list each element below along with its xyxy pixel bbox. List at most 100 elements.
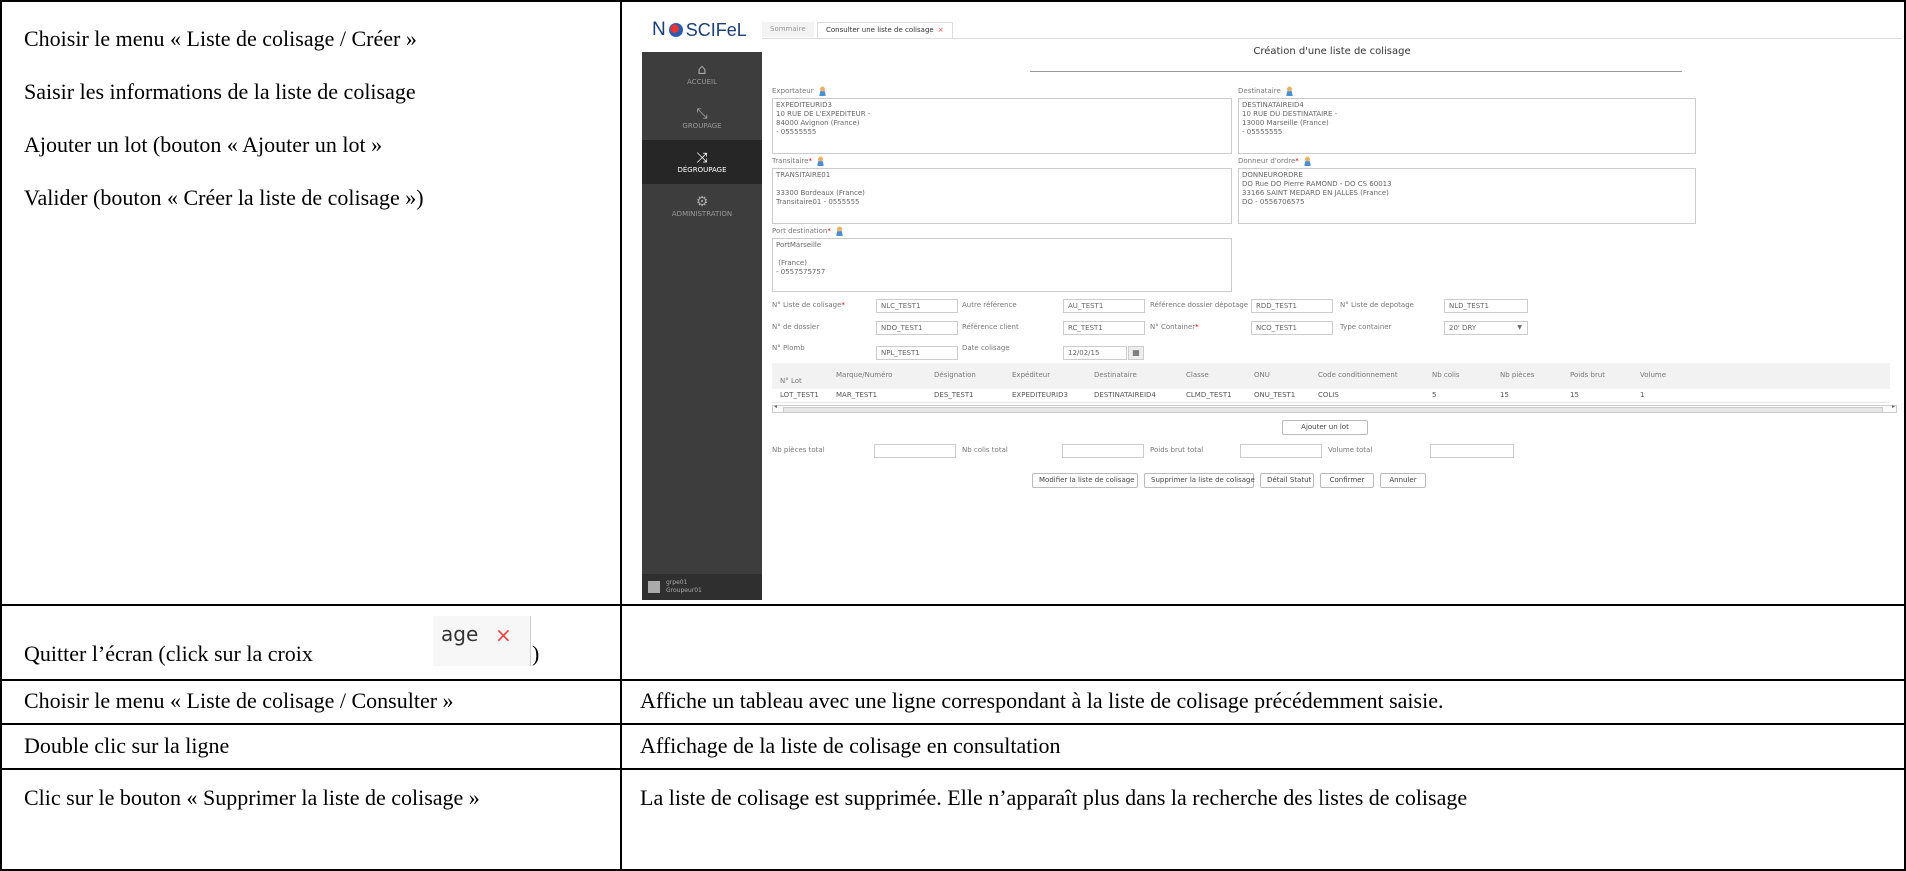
- pieces-total-input[interactable]: [874, 444, 956, 458]
- app-screenshot: N SCIFeL ⌂ ACCUEIL ⤡ GROUPAGE ⤨ DÉGROUPA…: [642, 8, 1902, 600]
- donneur-label: Donneur d'ordre*: [1238, 156, 1312, 166]
- column-header: Volume: [1640, 371, 1667, 379]
- table-cell: DES_TEST1: [934, 391, 974, 399]
- ndo-input[interactable]: NDO_TEST1: [876, 321, 958, 335]
- chevron-down-icon: ▼: [1517, 324, 1522, 331]
- cancel-button[interactable]: Annuler: [1380, 473, 1426, 488]
- table-cell: 1: [1640, 391, 1645, 399]
- select-value: 20' DRY: [1449, 324, 1477, 332]
- table-cell: 15: [1570, 391, 1579, 399]
- column-header: Nb colis: [1432, 371, 1460, 379]
- quit-step-text: Quitter l’écran (click sur la croix: [24, 640, 313, 668]
- column-header: Expéditeur: [1012, 371, 1051, 379]
- delete-list-button[interactable]: Supprimer la liste de colisage: [1144, 473, 1255, 488]
- modify-list-button[interactable]: Modifier la liste de colisage: [1032, 473, 1138, 488]
- label-text: Exportateur: [772, 87, 814, 95]
- status-detail-button[interactable]: Détail Statut: [1260, 473, 1314, 488]
- add-lot-button[interactable]: Ajouter un lot: [1282, 420, 1368, 435]
- nlc-label: N° Liste de colisage*: [772, 301, 845, 309]
- label-text: Port destination: [772, 227, 828, 235]
- autre-input[interactable]: AU_TEST1: [1063, 299, 1145, 313]
- table-cell: COLIS: [1318, 391, 1339, 399]
- user-avatar-icon: [648, 581, 660, 593]
- required-mark: *: [827, 227, 831, 235]
- transitaire-box: TRANSITAIRE01 33300 Bordeaux (France) Tr…: [772, 168, 1232, 224]
- label-text: Destinataire: [1238, 87, 1281, 95]
- sidebar-item-label: ADMINISTRATION: [671, 210, 733, 218]
- poids-total-label: Poids brut total: [1150, 446, 1204, 454]
- sidebar-item-administration[interactable]: ⚙ ADMINISTRATION: [642, 184, 762, 228]
- sidebar-item-groupage[interactable]: ⤡ GROUPAGE: [642, 96, 762, 140]
- sidebar-item-label: ACCUEIL: [687, 78, 717, 86]
- date-input[interactable]: 12/02/15: [1063, 346, 1127, 360]
- scrollbar-thumb[interactable]: [783, 407, 1883, 413]
- rdd-input[interactable]: RDD_TEST1: [1251, 299, 1333, 313]
- sidebar-item-label: DÉGROUPAGE: [677, 166, 727, 174]
- result-text: Affichage de la liste de colisage en con…: [640, 733, 1061, 758]
- rc-input[interactable]: RC_TEST1: [1063, 321, 1145, 335]
- table-border: [0, 723, 1906, 725]
- table-border-top: [0, 0, 1906, 2]
- sidebar: ⌂ ACCUEIL ⤡ GROUPAGE ⤨ DÉGROUPAGE ⚙ ADMI…: [642, 52, 762, 600]
- volume-total-input[interactable]: [1430, 444, 1514, 458]
- npl-label: N° Plomb: [772, 344, 805, 352]
- ndo-label: N° de dossier: [772, 323, 820, 331]
- logo-globe-icon: [668, 23, 683, 37]
- quit-text: Quitter l’écran (click sur la croix: [24, 641, 313, 666]
- scroll-right-icon[interactable]: ▸: [1892, 403, 1895, 410]
- table-cell: ONU_TEST1: [1254, 391, 1296, 399]
- step-text: Choisir le menu « Liste de colisage / Co…: [24, 688, 454, 713]
- calendar-icon[interactable]: ▦: [1128, 346, 1144, 360]
- tab-close-icon[interactable]: ×: [938, 26, 944, 34]
- table-border-left: [0, 0, 2, 871]
- required-mark: *: [841, 301, 845, 309]
- poids-total-input[interactable]: [1240, 444, 1322, 458]
- table-cell: LOT_TEST1: [780, 391, 819, 399]
- nld-input[interactable]: NLD_TEST1: [1444, 299, 1528, 313]
- nlc-input[interactable]: NLC_TEST1: [876, 299, 958, 313]
- table-row[interactable]: LOT_TEST1 MAR_TEST1 DES_TEST1 EXPEDITEUR…: [772, 389, 1890, 403]
- pieces-total-label: Nb pièces total: [772, 446, 825, 454]
- step-text: Saisir les informations de la liste de c…: [24, 79, 416, 104]
- logo-letter: N: [652, 19, 666, 40]
- person-picker-icon[interactable]: [815, 156, 825, 166]
- sidebar-item-degroupage[interactable]: ⤨ DÉGROUPAGE: [642, 140, 762, 184]
- type-select[interactable]: 20' DRY ▼: [1444, 321, 1528, 335]
- step-text: Double clic sur la ligne: [24, 733, 230, 758]
- tab-sommaire[interactable]: Sommaire: [762, 22, 814, 37]
- required-mark: *: [1295, 157, 1299, 165]
- person-picker-icon[interactable]: [834, 226, 844, 236]
- user-name: grpe01: [666, 579, 688, 586]
- cogs-icon: ⚙: [695, 194, 709, 210]
- tab-close-snippet: age ×: [433, 616, 531, 666]
- close-icon: ×: [495, 623, 512, 647]
- sidebar-item-label: GROUPAGE: [682, 122, 722, 130]
- column-header: Désignation: [934, 371, 976, 379]
- required-mark: *: [1195, 323, 1199, 331]
- person-picker-icon[interactable]: [817, 86, 827, 96]
- port-label: Port destination*: [772, 226, 844, 236]
- donneur-box: DONNEURORDRE DO Rue DO Pierre RAMOND - D…: [1238, 168, 1696, 224]
- person-picker-icon[interactable]: [1302, 156, 1312, 166]
- document-table: Choisir le menu « Liste de colisage / Cr…: [0, 0, 1906, 871]
- tab-consulter[interactable]: Consulter une liste de colisage ×: [817, 22, 953, 38]
- colis-total-input[interactable]: [1062, 444, 1144, 458]
- destinataire-label: Destinataire: [1238, 86, 1294, 96]
- page-title: Création d'une liste de colisage: [1253, 46, 1411, 57]
- sidebar-item-accueil[interactable]: ⌂ ACCUEIL: [642, 52, 762, 96]
- user-panel[interactable]: grpe01 Groupeur01: [642, 574, 762, 600]
- person-picker-icon[interactable]: [1284, 86, 1294, 96]
- confirm-button[interactable]: Confirmer: [1320, 473, 1374, 488]
- column-header: Poids brut: [1570, 371, 1606, 379]
- scroll-left-icon[interactable]: ◂: [774, 403, 777, 410]
- type-label: Type container: [1340, 323, 1392, 331]
- result-text: Affiche un tableau avec une ligne corres…: [640, 688, 1444, 713]
- npl-input[interactable]: NPL_TEST1: [876, 346, 958, 360]
- horizontal-scrollbar[interactable]: ◂ ▸: [772, 403, 1897, 413]
- column-divider: [620, 0, 622, 871]
- label-text: N° Container: [1150, 323, 1196, 331]
- date-label: Date colisage: [962, 344, 1010, 352]
- nco-input[interactable]: NCO_TEST1: [1251, 321, 1333, 335]
- table-border: [0, 604, 1906, 606]
- column-header: N° Lot: [780, 377, 802, 385]
